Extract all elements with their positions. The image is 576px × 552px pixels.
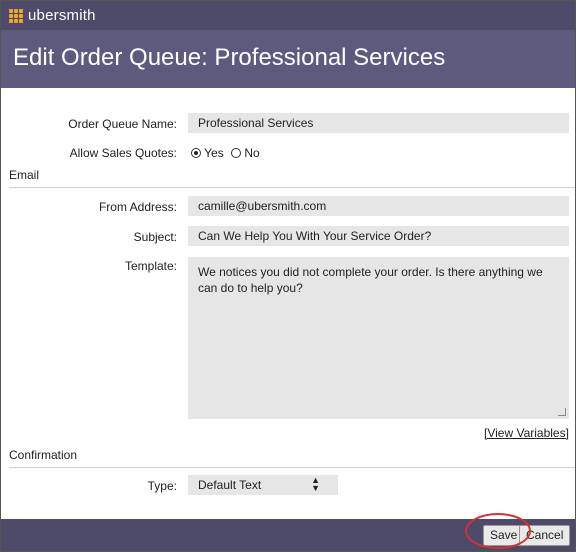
email-section-title: Email <box>9 168 40 182</box>
queue-name-input[interactable]: Professional Services <box>188 113 569 133</box>
sales-quotes-no-label[interactable]: No <box>244 146 259 160</box>
page-title: Edit Order Queue: Professional Services <box>13 44 446 71</box>
page-header: Edit Order Queue: Professional Services <box>1 30 575 88</box>
template-label: Template: <box>124 259 177 273</box>
cancel-button[interactable]: Cancel <box>519 525 571 546</box>
email-section-header: Email <box>9 168 575 188</box>
template-textarea[interactable]: We notices you did not complete your ord… <box>188 257 569 419</box>
confirmation-section-title: Confirmation <box>9 448 78 462</box>
queue-name-label: Order Queue Name: <box>68 117 177 131</box>
template-text: We notices you did not complete your ord… <box>198 265 543 295</box>
sales-quotes-options: Yes No <box>191 146 260 160</box>
subject-label: Subject: <box>133 230 177 244</box>
top-navigation-bar: ubersmith <box>1 1 575 30</box>
footer-bar: Save Cancel <box>1 519 575 551</box>
edit-order-queue-window: ubersmith Edit Order Queue: Professional… <box>0 0 576 552</box>
grid-dots-icon <box>9 8 23 23</box>
sales-quotes-yes-radio[interactable] <box>191 148 201 158</box>
app-logo-text[interactable]: ubersmith <box>28 7 96 24</box>
subject-input[interactable]: Can We Help You With Your Service Order? <box>188 226 569 246</box>
confirmation-section-header: Confirmation <box>9 448 575 468</box>
type-label: Type: <box>147 479 177 493</box>
sales-quotes-label: Allow Sales Quotes: <box>69 146 177 160</box>
view-variables-link[interactable]: [View Variables] <box>484 426 569 440</box>
type-select[interactable]: Default Text ▲ ▼ <box>188 475 338 495</box>
type-select-value: Default Text <box>198 478 262 492</box>
select-arrows-icon: ▲ ▼ <box>311 475 320 493</box>
sales-quotes-no-radio[interactable] <box>231 148 242 158</box>
sales-quotes-yes-label[interactable]: Yes <box>204 146 224 160</box>
from-address-input[interactable]: camille@ubersmith.com <box>188 196 569 216</box>
resize-handle-icon[interactable] <box>558 408 566 416</box>
from-address-label: From Address: <box>98 200 177 214</box>
